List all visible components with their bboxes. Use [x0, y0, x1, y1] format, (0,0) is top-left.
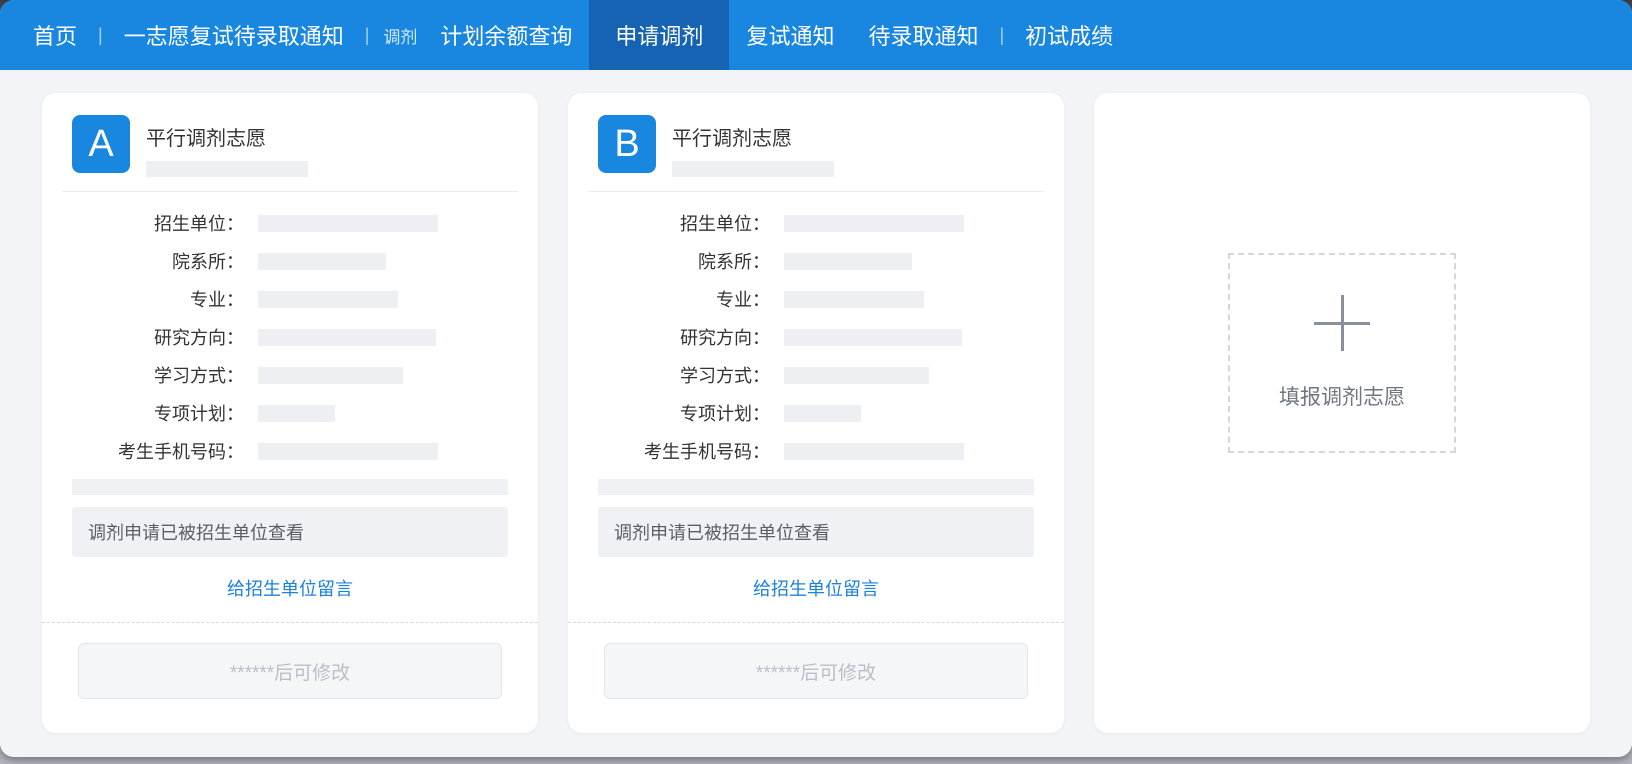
- nav-tab-plan-balance-query[interactable]: 计划余额查询: [423, 19, 589, 51]
- field-label: 专业：: [598, 286, 770, 312]
- field-label: 学习方式：: [598, 362, 770, 388]
- nav-tab-initial-exam-scores[interactable]: 初试成绩: [1008, 19, 1130, 51]
- field-row-study-mode: 学习方式：: [72, 356, 508, 394]
- message-to-unit-link[interactable]: 给招生单位留言: [598, 575, 1034, 601]
- field-value-placeholder: [784, 253, 912, 270]
- nav-separator: |: [995, 25, 1008, 46]
- status-message: 调剂申请已被招生单位查看: [72, 507, 508, 557]
- add-adjustment-button[interactable]: 填报调剂志愿: [1228, 253, 1456, 453]
- field-row-special-plan: 专项计划：: [598, 394, 1034, 432]
- field-value-placeholder: [784, 367, 929, 384]
- field-value-placeholder: [784, 329, 962, 346]
- status-message: 调剂申请已被招生单位查看: [598, 507, 1034, 557]
- field-value-placeholder: [258, 215, 438, 232]
- nav-group-label-adjustment: 调剂: [373, 23, 423, 48]
- wide-placeholder-bar: [598, 479, 1034, 495]
- field-label: 院系所：: [598, 248, 770, 274]
- field-label: 专项计划：: [598, 400, 770, 426]
- adjustment-card-a: A 平行调剂志愿 招生单位： 院系所： 专业： 研究方向：: [42, 93, 538, 733]
- field-value-placeholder: [784, 405, 861, 422]
- field-label: 专业：: [72, 286, 244, 312]
- field-label: 研究方向：: [72, 324, 244, 350]
- field-label: 院系所：: [72, 248, 244, 274]
- nav-separator: |: [94, 25, 107, 46]
- header-divider: [588, 191, 1044, 192]
- nav-tab-home[interactable]: 首页: [16, 19, 94, 51]
- card-badge-a: A: [72, 115, 130, 173]
- card-title: 平行调剂志愿: [146, 122, 308, 151]
- card-badge-b: B: [598, 115, 656, 173]
- card-title: 平行调剂志愿: [672, 122, 834, 151]
- field-value-placeholder: [784, 215, 964, 232]
- field-row-phone-number: 考生手机号码：: [598, 432, 1034, 470]
- card-header: A 平行调剂志愿: [72, 115, 508, 177]
- field-label: 专项计划：: [72, 400, 244, 426]
- field-value-placeholder: [258, 367, 403, 384]
- field-row-department: 院系所：: [598, 242, 1034, 280]
- add-adjustment-label: 填报调剂志愿: [1279, 381, 1405, 411]
- title-placeholder-bar: [146, 161, 308, 177]
- field-label: 研究方向：: [598, 324, 770, 350]
- dashed-divider: [568, 622, 1064, 623]
- nav-tab-first-choice-admission-notice[interactable]: 一志愿复试待录取通知: [107, 19, 361, 51]
- nav-tab-retest-notice[interactable]: 复试通知: [729, 19, 851, 51]
- field-row-research-direction: 研究方向：: [598, 318, 1034, 356]
- add-adjustment-card: 填报调剂志愿: [1094, 93, 1590, 733]
- field-label: 招生单位：: [598, 210, 770, 236]
- field-row-phone-number: 考生手机号码：: [72, 432, 508, 470]
- field-row-study-mode: 学习方式：: [598, 356, 1034, 394]
- field-label: 招生单位：: [72, 210, 244, 236]
- field-row-recruiting-unit: 招生单位：: [72, 204, 508, 242]
- adjustment-card-b: B 平行调剂志愿 招生单位： 院系所： 专业： 研究方向：: [568, 93, 1064, 733]
- field-value-placeholder: [258, 253, 386, 270]
- field-value-placeholder: [784, 443, 964, 460]
- modify-disabled-button[interactable]: ******后可修改: [78, 643, 502, 699]
- app-window: 首页 | 一志愿复试待录取通知 | 调剂 计划余额查询 申请调剂 复试通知 待录…: [0, 0, 1632, 757]
- field-label: 考生手机号码：: [598, 438, 770, 464]
- field-row-special-plan: 专项计划：: [72, 394, 508, 432]
- wide-placeholder-bar: [72, 479, 508, 495]
- field-value-placeholder: [258, 291, 398, 308]
- field-row-major: 专业：: [598, 280, 1034, 318]
- field-value-placeholder: [784, 291, 924, 308]
- field-label: 学习方式：: [72, 362, 244, 388]
- field-value-placeholder: [258, 329, 436, 346]
- title-placeholder-bar: [672, 161, 834, 177]
- field-row-department: 院系所：: [72, 242, 508, 280]
- top-navigation: 首页 | 一志愿复试待录取通知 | 调剂 计划余额查询 申请调剂 复试通知 待录…: [0, 0, 1632, 70]
- nav-tab-pending-admission-notice[interactable]: 待录取通知: [851, 19, 995, 51]
- field-value-placeholder: [258, 443, 438, 460]
- modify-disabled-button[interactable]: ******后可修改: [604, 643, 1028, 699]
- field-value-placeholder: [258, 405, 335, 422]
- field-row-major: 专业：: [72, 280, 508, 318]
- nav-tab-apply-adjustment[interactable]: 申请调剂: [589, 0, 729, 70]
- nav-separator: |: [361, 25, 374, 46]
- plus-icon: [1314, 295, 1370, 351]
- header-divider: [62, 191, 518, 192]
- field-row-recruiting-unit: 招生单位：: [598, 204, 1034, 242]
- content-area: A 平行调剂志愿 招生单位： 院系所： 专业： 研究方向：: [0, 70, 1632, 757]
- card-header: B 平行调剂志愿: [598, 115, 1034, 177]
- message-to-unit-link[interactable]: 给招生单位留言: [72, 575, 508, 601]
- dashed-divider: [42, 622, 538, 623]
- field-label: 考生手机号码：: [72, 438, 244, 464]
- field-row-research-direction: 研究方向：: [72, 318, 508, 356]
